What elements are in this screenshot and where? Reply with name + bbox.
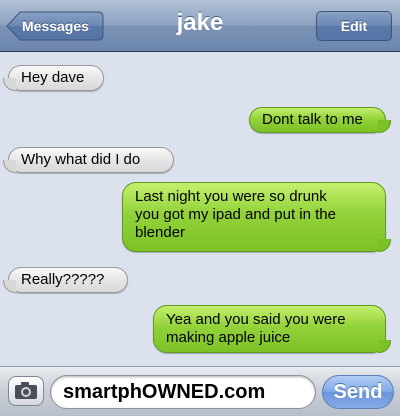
camera-button[interactable] bbox=[8, 376, 44, 406]
message-text: Last night you were so drunk bbox=[135, 188, 327, 205]
message-bubble-sent: Last night you were so drunk you got my … bbox=[122, 182, 391, 252]
message-text: you got my ipad and put in the bbox=[135, 206, 336, 223]
message-bubble-sent: Yea and you said you were making apple j… bbox=[153, 305, 391, 353]
message-input[interactable]: smartphOWNED.com bbox=[50, 375, 316, 409]
edit-button[interactable]: Edit bbox=[316, 11, 392, 41]
message-text: Hey dave bbox=[21, 69, 85, 86]
message-text: blender bbox=[135, 224, 186, 241]
message-bubble-received: Hey dave bbox=[3, 65, 104, 91]
message-bubble-sent: Dont talk to me bbox=[249, 107, 391, 133]
message-text: making apple juice bbox=[166, 329, 291, 346]
navigation-bar: Messages jake Edit bbox=[0, 0, 400, 52]
message-text: Dont talk to me bbox=[262, 111, 363, 128]
send-button[interactable]: Send bbox=[322, 375, 394, 409]
message-text: Why what did I do bbox=[21, 151, 141, 168]
message-list: Hey dave Dont talk to me Why what did I … bbox=[0, 52, 400, 366]
compose-bar: smartphOWNED.com Send bbox=[0, 366, 400, 416]
message-text: Yea and you said you were bbox=[166, 311, 346, 328]
message-bubble-received: Really????? bbox=[3, 267, 128, 293]
message-bubble-received: Why what did I do bbox=[3, 147, 174, 173]
camera-icon bbox=[15, 382, 37, 399]
message-text: Really????? bbox=[21, 271, 105, 288]
